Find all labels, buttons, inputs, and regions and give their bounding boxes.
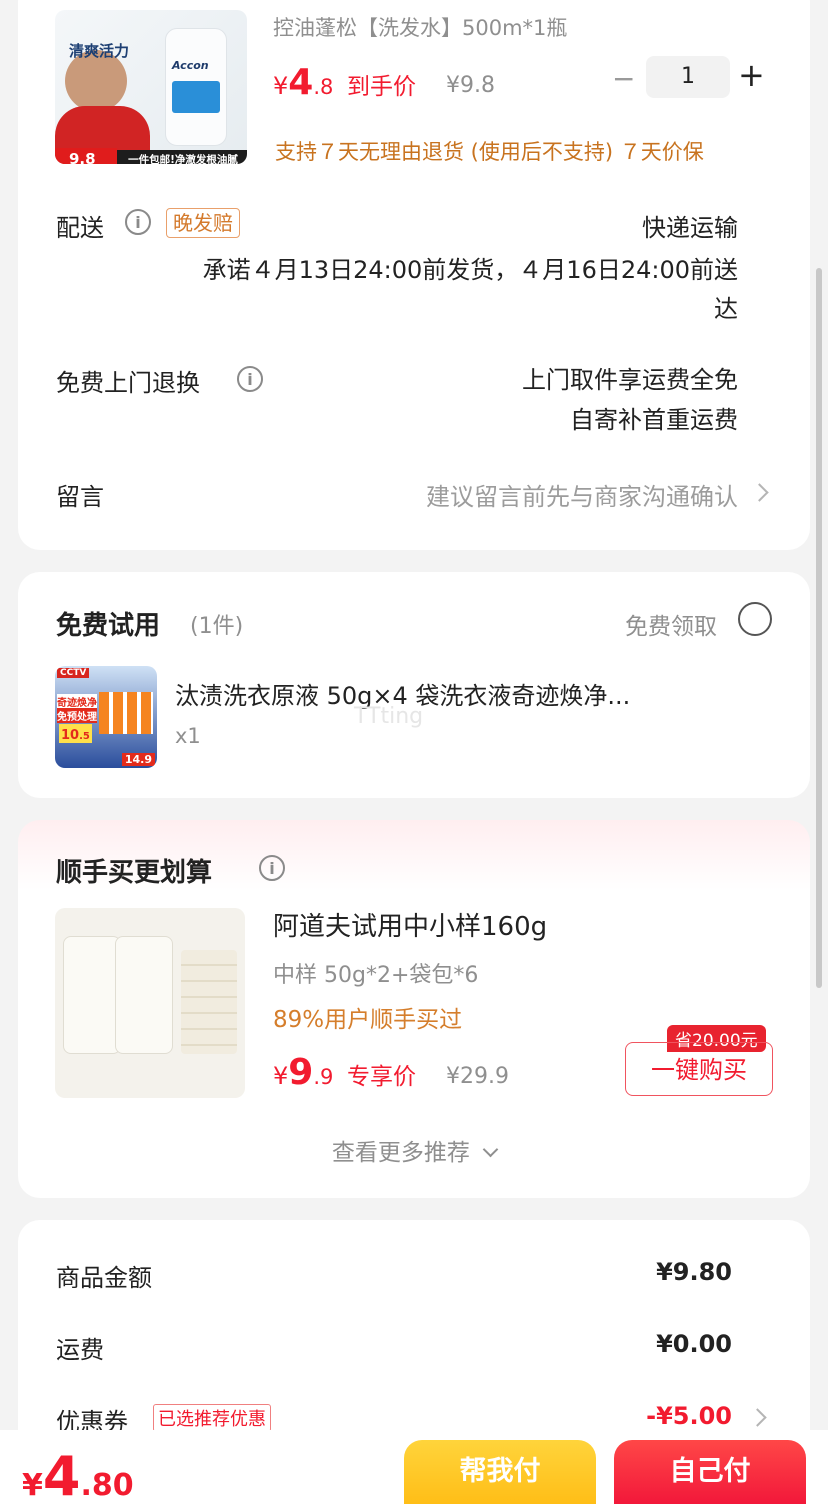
qty-decrease-button[interactable]: − bbox=[612, 62, 635, 95]
upsell-original-price: ¥29.9 bbox=[446, 1064, 509, 1089]
info-icon[interactable]: i bbox=[125, 209, 151, 235]
product-image-bottle-label bbox=[172, 81, 220, 113]
free-trial-thumbnail[interactable]: CCTV 奇迹焕净 免预处理 10.5 14.9 bbox=[55, 666, 157, 768]
product-image-brand: Accon bbox=[172, 59, 209, 72]
see-more-recommendations[interactable]: 查看更多推荐 bbox=[18, 1133, 810, 1167]
product-image-price-badge: 9.8 bbox=[55, 148, 117, 164]
watermark: TTting bbox=[354, 704, 424, 729]
scrollbar[interactable] bbox=[816, 268, 822, 988]
coupon-tag: 已选推荐优惠 bbox=[153, 1404, 271, 1432]
product-image-slogan: 一件包邮!净澈发根油腻 bbox=[117, 150, 247, 164]
free-trial-item-qty: x1 bbox=[175, 724, 201, 748]
free-trial-item-name[interactable]: 汰渍洗衣原液 50g×4 袋洗衣液奇迹焕净... bbox=[175, 676, 755, 711]
pay-myself-button[interactable]: 自己付 bbox=[614, 1440, 806, 1504]
message-input[interactable]: 建议留言前先与商家沟通确认 bbox=[426, 477, 738, 512]
chevron-right-icon[interactable] bbox=[750, 483, 769, 502]
price-integer: 9 bbox=[288, 1052, 314, 1093]
upsell-image-pouch-2 bbox=[115, 936, 173, 1054]
free-trial-title: 免费试用 bbox=[56, 611, 161, 641]
product-image-badge-price: 9.8 bbox=[69, 150, 96, 164]
shipping-label: 运费 bbox=[56, 1336, 104, 1364]
thumb-price-2: 14.9 bbox=[121, 753, 155, 766]
delivery-promise-line1: 承诺４月13日24:00前发货，４月16日24:00前送 bbox=[202, 256, 738, 284]
free-return-label: 免费上门退换 bbox=[56, 369, 200, 397]
thumb-text-2: 免预处理 bbox=[57, 708, 97, 723]
upsell-product-name[interactable]: 阿道夫试用中小样160g bbox=[273, 906, 547, 943]
service-guarantee[interactable]: 支持７天无理由退货 (使用后不支持) ７天价保 bbox=[275, 136, 704, 166]
upsell-image-sachets bbox=[181, 950, 237, 1054]
shipping-value: ¥0.00 bbox=[656, 1330, 732, 1358]
thumb-price-int: 10 bbox=[61, 728, 80, 743]
upsell-image-pouch-1 bbox=[63, 936, 121, 1054]
info-icon[interactable]: i bbox=[259, 855, 285, 881]
upsell-product-image[interactable] bbox=[55, 908, 245, 1098]
price-symbol: ¥ bbox=[273, 72, 289, 100]
order-product-card: 清爽活力 Accon 9.8 一件包邮!净澈发根油腻 控油蓬松【洗发水】500m… bbox=[18, 0, 810, 550]
thumb-bottles bbox=[99, 692, 153, 734]
message-label: 留言 bbox=[56, 483, 104, 511]
free-trial-card: 免费试用 (1件) 免费领取 CCTV 奇迹焕净 免预处理 10.5 14.9 … bbox=[18, 572, 810, 798]
qty-increase-button[interactable]: + bbox=[738, 56, 765, 94]
chevron-right-icon[interactable] bbox=[748, 1408, 767, 1427]
one-click-buy-button[interactable]: 一键购买 bbox=[625, 1042, 773, 1096]
coupon-value[interactable]: -¥5.00 bbox=[646, 1402, 732, 1430]
help-me-pay-button[interactable]: 帮我付 bbox=[404, 1440, 596, 1504]
delivery-promise-line2: 达 bbox=[714, 295, 738, 323]
product-price: ¥4.8 到手价 bbox=[273, 62, 416, 103]
total-price: ¥4.80 bbox=[22, 1450, 134, 1504]
price-symbol: ¥ bbox=[273, 1062, 289, 1090]
total-price-symbol: ¥ bbox=[22, 1468, 43, 1503]
see-more-label: 查看更多推荐 bbox=[331, 1140, 470, 1166]
upsell-social-proof: 89%用户顺手买过 bbox=[273, 1007, 463, 1033]
late-shipping-tag: 晚发赔 bbox=[166, 208, 240, 238]
price-decimal: .9 bbox=[313, 1065, 334, 1089]
product-image[interactable]: 清爽活力 Accon 9.8 一件包邮!净澈发根油腻 bbox=[55, 10, 247, 164]
upsell-price: ¥9.9 专享价 bbox=[273, 1052, 416, 1093]
price-decimal: .8 bbox=[313, 75, 334, 99]
delivery-label: 配送 bbox=[56, 214, 104, 242]
upsell-card: 顺手买更划算 i 阿道夫试用中小样160g 中样 50g*2+袋包*6 89%用… bbox=[18, 820, 810, 1198]
price-label: 到手价 bbox=[347, 74, 417, 100]
bottom-action-bar: ¥4.80 帮我付 自己付 bbox=[0, 1430, 828, 1504]
total-price-decimal: .80 bbox=[80, 1468, 134, 1503]
goods-amount-value: ¥9.80 bbox=[656, 1258, 732, 1286]
product-image-bottle: Accon bbox=[165, 28, 227, 146]
total-price-integer: 4 bbox=[42, 1445, 81, 1504]
price-integer: 4 bbox=[288, 62, 314, 103]
free-trial-count: (1件) bbox=[190, 614, 244, 639]
thumb-price: 10.5 bbox=[59, 724, 92, 743]
product-spec[interactable]: 控油蓬松【洗发水】500m*1瓶 bbox=[273, 12, 567, 42]
free-return-line2: 自寄补首重运费 bbox=[570, 406, 738, 434]
free-trial-action-label[interactable]: 免费领取 bbox=[625, 607, 717, 641]
info-icon[interactable]: i bbox=[237, 366, 263, 392]
chevron-down-icon bbox=[482, 1141, 499, 1158]
price-label: 专享价 bbox=[347, 1064, 417, 1090]
thumb-text-1: 奇迹焕净 bbox=[57, 694, 97, 709]
upsell-title: 顺手买更划算 bbox=[56, 858, 213, 888]
original-price: ¥9.8 bbox=[446, 73, 495, 98]
upsell-product-spec: 中样 50g*2+袋包*6 bbox=[273, 963, 479, 988]
thumb-badge: CCTV bbox=[57, 668, 90, 678]
goods-amount-label: 商品金额 bbox=[56, 1264, 152, 1292]
free-return-line1: 上门取件享运费全免 bbox=[522, 366, 738, 394]
delivery-method: 快递运输 bbox=[642, 214, 738, 242]
product-image-caption: 清爽活力 bbox=[69, 42, 130, 60]
free-trial-radio[interactable] bbox=[738, 602, 772, 636]
thumb-price-dec: .5 bbox=[79, 731, 90, 742]
qty-input[interactable]: 1 bbox=[646, 56, 730, 98]
